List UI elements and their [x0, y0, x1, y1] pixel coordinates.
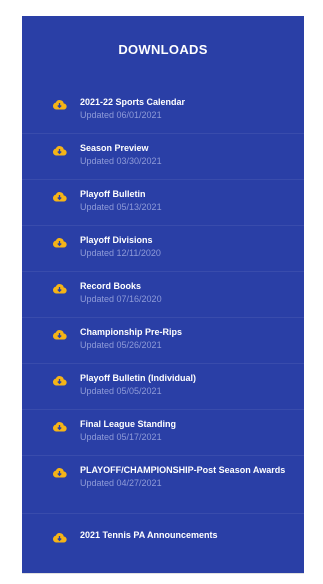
- download-updated-date: Updated 07/16/2020: [80, 294, 162, 304]
- download-item[interactable]: Playoff Bulletin (Individual) Updated 05…: [22, 364, 304, 410]
- download-title: Season Preview: [80, 143, 149, 153]
- cloud-download-icon: [52, 421, 67, 432]
- cloud-download-icon: [52, 532, 67, 543]
- cloud-download-icon: [52, 329, 67, 340]
- download-item[interactable]: Playoff Bulletin Updated 05/13/2021: [22, 180, 304, 226]
- download-updated-date: Updated 06/01/2021: [80, 110, 162, 120]
- download-item[interactable]: Championship Pre-Rips Updated 05/26/2021: [22, 318, 304, 364]
- download-updated-date: Updated 05/26/2021: [80, 340, 162, 350]
- download-title: 2021-22 Sports Calendar: [80, 97, 186, 107]
- page: DOWNLOADS 2021-22 Sports Calendar Update…: [0, 0, 323, 584]
- download-item[interactable]: Record Books Updated 07/16/2020: [22, 272, 304, 318]
- cloud-download-icon: [52, 283, 67, 294]
- download-item[interactable]: PLAYOFF/CHAMPIONSHIP-Post Season Awards …: [22, 456, 304, 514]
- download-title: PLAYOFF/CHAMPIONSHIP-Post Season Awards: [80, 465, 286, 475]
- download-updated-date: Updated 05/05/2021: [80, 386, 162, 396]
- download-title: 2021 Tennis PA Announcements: [80, 530, 218, 540]
- download-item[interactable]: 2021 Tennis PA Announcements: [22, 514, 304, 560]
- download-title: Playoff Bulletin: [80, 189, 146, 199]
- download-item[interactable]: Season Preview Updated 03/30/2021: [22, 134, 304, 180]
- download-updated-date: Updated 12/11/2020: [80, 248, 161, 258]
- cloud-download-icon: [52, 237, 67, 248]
- download-item[interactable]: Final League Standing Updated 05/17/2021: [22, 410, 304, 456]
- downloads-panel: DOWNLOADS 2021-22 Sports Calendar Update…: [22, 16, 304, 574]
- download-title: Playoff Bulletin (Individual): [80, 373, 197, 383]
- cloud-download-icon: [52, 375, 67, 386]
- download-updated-date: Updated 03/30/2021: [80, 156, 162, 166]
- download-title: Final League Standing: [80, 419, 177, 429]
- download-item[interactable]: Playoff Divisions Updated 12/11/2020: [22, 226, 304, 272]
- cloud-download-icon: [52, 99, 67, 110]
- download-updated-date: Updated 05/17/2021: [80, 432, 162, 442]
- download-title: Playoff Divisions: [80, 235, 153, 245]
- cloud-download-icon: [52, 191, 67, 202]
- cloud-download-icon: [52, 145, 67, 156]
- download-title: Record Books: [80, 281, 142, 291]
- download-title: Championship Pre-Rips: [80, 327, 183, 337]
- download-updated-date: Updated 04/27/2021: [80, 478, 162, 488]
- downloads-list: 2021-22 Sports Calendar Updated 06/01/20…: [22, 88, 304, 560]
- cloud-download-icon: [52, 467, 67, 478]
- downloads-heading: DOWNLOADS: [118, 42, 208, 57]
- download-item[interactable]: 2021-22 Sports Calendar Updated 06/01/20…: [22, 88, 304, 134]
- download-updated-date: Updated 05/13/2021: [80, 202, 162, 212]
